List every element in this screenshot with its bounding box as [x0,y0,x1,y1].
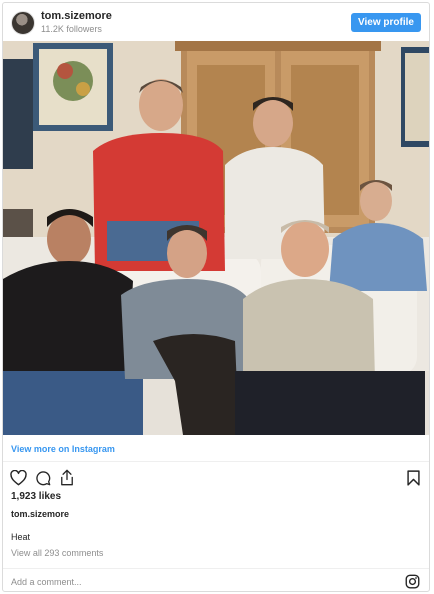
view-more-link[interactable]: View more on Instagram [11,444,115,454]
like-count[interactable]: 1,923 likes [11,491,61,502]
divider [3,461,429,462]
post-header: tom.sizemore 11.2K followers View profil… [3,3,429,41]
comment-input[interactable] [11,575,391,589]
divider [3,568,429,569]
post-owner-username[interactable]: tom.sizemore [11,509,69,519]
follower-count: 11.2K followers [41,24,102,34]
view-comments-link[interactable]: View all 293 comments [11,548,103,558]
avatar[interactable] [11,11,35,35]
share-icon[interactable] [59,469,75,486]
username[interactable]: tom.sizemore [41,10,112,23]
user-info: tom.sizemore 11.2K followers [41,10,112,35]
post-caption: Heat [11,532,31,542]
bookmark-icon[interactable] [407,470,420,486]
instagram-logo-icon[interactable] [405,574,420,589]
heart-icon[interactable] [10,470,27,486]
instagram-embed-card: tom.sizemore 11.2K followers View profil… [2,2,430,592]
view-profile-button[interactable]: View profile [351,13,421,32]
comment-bubble-icon[interactable] [35,470,51,486]
post-photo[interactable] [3,41,429,435]
action-bar [3,467,429,489]
